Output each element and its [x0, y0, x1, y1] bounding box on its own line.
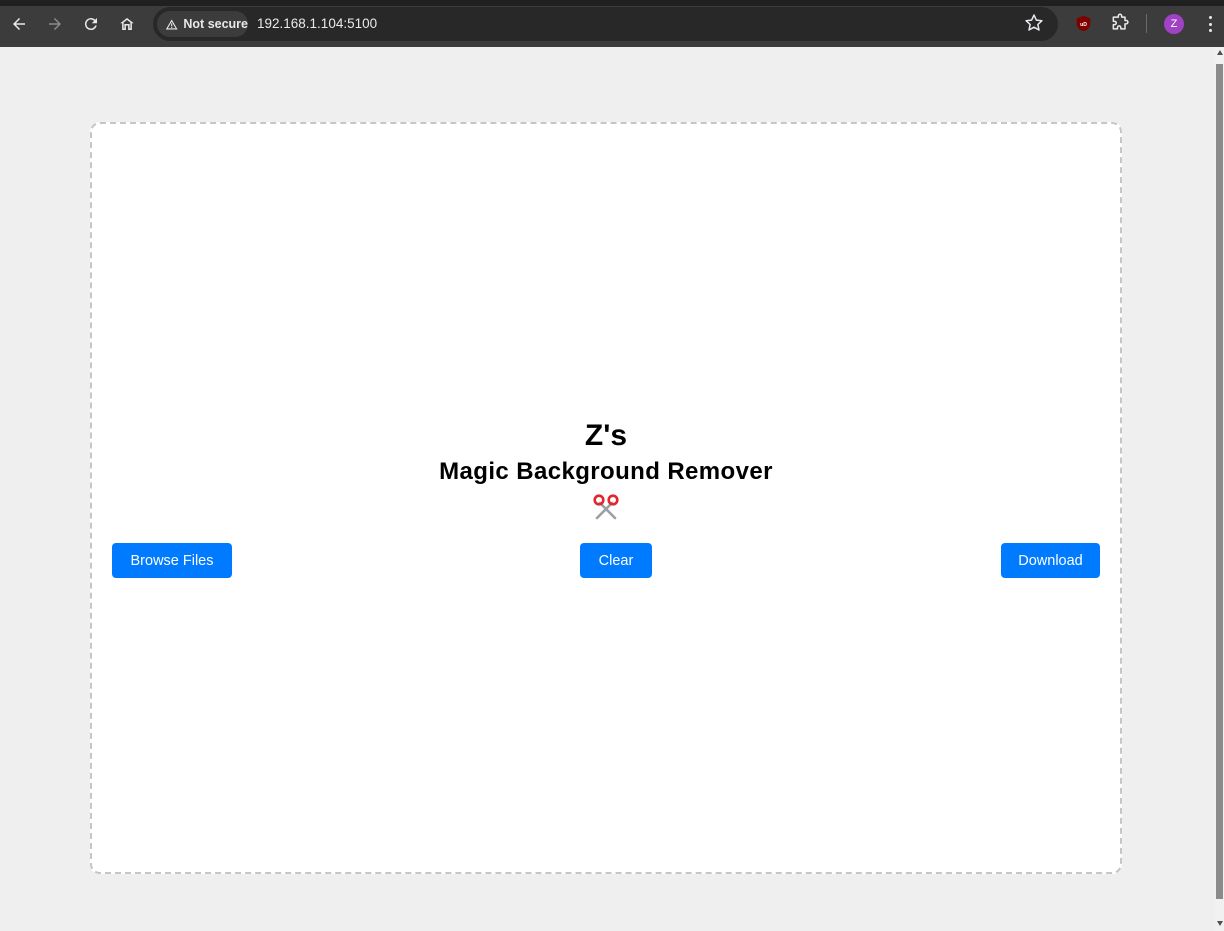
image-drop-zone[interactable]: Z's Magic Background Remover Browse File…	[90, 122, 1122, 874]
back-arrow-icon	[13, 18, 25, 30]
browser-toolbar: Not secure 192.168.1.104:5100 uD Z	[0, 0, 1224, 47]
warning-triangle-icon	[165, 18, 178, 30]
browse-files-button[interactable]: Browse Files	[112, 543, 232, 578]
home-icon	[120, 18, 134, 30]
forward-arrow-icon	[49, 18, 61, 30]
svg-text:uD: uD	[1080, 22, 1087, 28]
url-text[interactable]: 192.168.1.104:5100	[257, 16, 377, 31]
scissors-icon	[593, 494, 619, 520]
back-button[interactable]	[5, 10, 33, 38]
ublock-icon[interactable]: uD	[1075, 15, 1092, 32]
scroll-down-arrow-icon[interactable]	[1217, 921, 1223, 926]
bookmark-star-icon[interactable]	[1024, 13, 1044, 33]
reload-button[interactable]	[77, 10, 105, 38]
scroll-up-arrow-icon[interactable]	[1217, 50, 1223, 55]
home-button[interactable]	[113, 10, 141, 38]
forward-button[interactable]	[41, 10, 69, 38]
extensions-puzzle-icon[interactable]	[1110, 13, 1130, 33]
download-button[interactable]: Download	[1001, 543, 1100, 578]
clear-button[interactable]: Clear	[580, 543, 652, 578]
menu-dot	[1208, 29, 1212, 32]
address-bar[interactable]: Not secure 192.168.1.104:5100	[153, 7, 1058, 41]
menu-dot	[1208, 22, 1212, 26]
app-title-owner: Z's	[584, 419, 628, 452]
toolbar-divider	[1146, 14, 1147, 33]
security-indicator[interactable]: Not secure	[157, 11, 248, 37]
scrollbar-thumb[interactable]	[1216, 64, 1223, 899]
profile-avatar[interactable]: Z	[1164, 14, 1184, 34]
kebab-menu-icon[interactable]	[1202, 13, 1218, 35]
menu-dot	[1208, 16, 1212, 19]
app-title: Magic Background Remover	[439, 458, 773, 485]
tab-strip-edge	[0, 0, 1224, 6]
reload-icon	[84, 18, 97, 31]
security-label: Not secure	[183, 17, 248, 31]
